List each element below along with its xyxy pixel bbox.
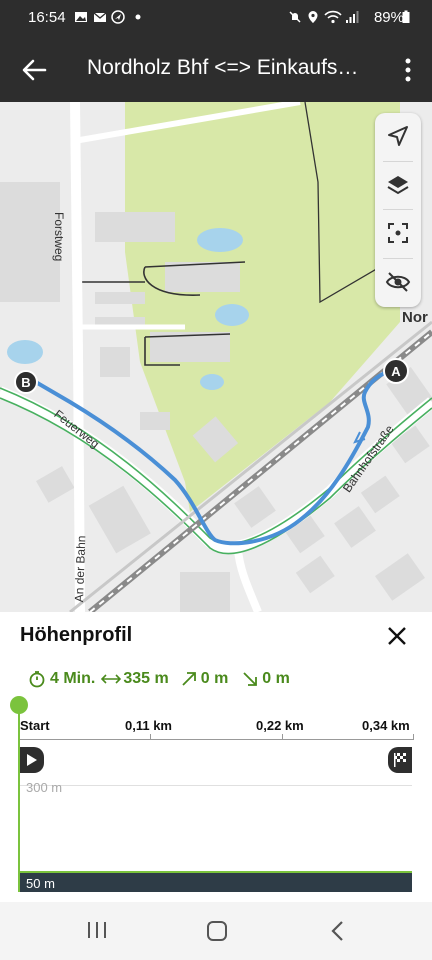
y-label-bottom: 50 m	[26, 876, 55, 891]
back-icon[interactable]	[330, 920, 344, 942]
panel-title: Höhenprofil	[20, 624, 133, 646]
status-time: 16:54	[28, 9, 66, 26]
descent-icon	[243, 672, 258, 686]
ascent-icon	[182, 672, 196, 686]
system-nav-bar	[0, 902, 432, 960]
start-flag-icon	[20, 747, 44, 773]
battery-level: 89%	[373, 9, 404, 26]
axis-label-km1: 0,11 km	[125, 718, 172, 733]
elevation-chart[interactable]: 300 m 50 m	[20, 742, 412, 892]
axis-label-start: Start	[20, 718, 50, 733]
y-label-top: 300 m	[26, 780, 63, 795]
locate-button[interactable]	[375, 113, 421, 159]
marker-start[interactable]: A	[383, 358, 409, 384]
green-area	[125, 102, 400, 512]
elevation-area	[20, 873, 412, 892]
place-label-nord: Nor	[402, 309, 428, 326]
map-view[interactable]: Forstweg Feuerweg Bahnhofstraße An der B…	[0, 102, 432, 612]
map-tools	[375, 113, 421, 307]
visibility-off-icon	[385, 272, 411, 292]
fullscreen-button[interactable]	[375, 210, 421, 256]
more-vert-icon[interactable]	[404, 56, 412, 84]
axis-label-km3: 0,34 km	[362, 718, 410, 733]
location-icon	[308, 11, 318, 23]
duration-value: 4 Min.	[50, 670, 96, 687]
navigation-icon	[111, 10, 125, 24]
wifi-icon	[324, 10, 342, 24]
route-title: Nordholz Bhf <=> Einkaufs…	[87, 56, 359, 79]
home-icon[interactable]	[206, 920, 228, 942]
visibility-button[interactable]	[375, 259, 421, 305]
locate-icon	[388, 126, 408, 146]
arrow-left-icon[interactable]	[20, 56, 48, 84]
app-bar: Nordholz Bhf <=> Einkaufs…	[0, 36, 432, 102]
road-label-forstweg: Forstweg	[52, 212, 66, 262]
fullscreen-icon	[388, 223, 408, 243]
marker-end[interactable]: B	[14, 370, 38, 394]
dot-icon	[135, 14, 141, 20]
layers-icon	[387, 176, 409, 195]
mute-icon	[289, 11, 301, 23]
position-indicator-line	[18, 700, 20, 892]
battery-icon	[402, 10, 410, 23]
image-icon	[75, 12, 87, 22]
distance-value: 335 m	[123, 670, 169, 687]
status-bar: 16:54 89%	[0, 0, 432, 36]
ascent-value: 0 m	[200, 670, 229, 687]
road-label-an-der-bahn: An der Bahn	[72, 535, 89, 603]
timer-icon	[29, 671, 45, 688]
axis-label-km2: 0,22 km	[256, 718, 304, 733]
close-icon[interactable]	[387, 626, 407, 646]
signal-icon	[346, 11, 359, 23]
distance-icon	[101, 674, 122, 684]
finish-flag-icon	[388, 747, 412, 773]
position-indicator-handle[interactable]	[10, 696, 28, 714]
route-stats: 4 Min. 335 m 0 m 0 m	[28, 668, 296, 690]
mail-icon	[93, 12, 107, 22]
descent-value: 0 m	[262, 670, 290, 687]
recents-icon[interactable]	[86, 920, 108, 940]
layers-button[interactable]	[375, 162, 421, 208]
elevation-line	[20, 871, 412, 873]
